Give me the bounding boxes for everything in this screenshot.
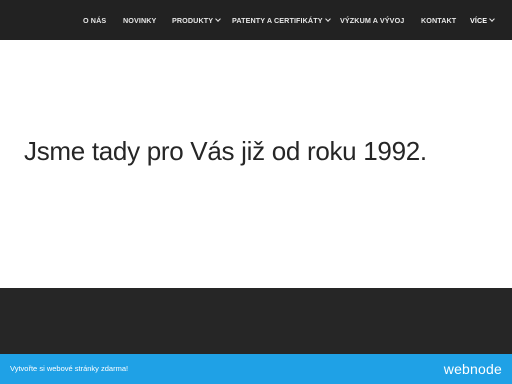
nav-item-vyzkum-a-vyvoj[interactable]: VÝZKUM A VÝVOJ	[340, 15, 404, 27]
nav-item-patenty-a-certifikaty[interactable]: PATENTY A CERTIFIKÁTY	[232, 15, 331, 27]
hero-section: Jsme tady pro Vás již od roku 1992.	[0, 40, 512, 288]
nav-item-label: NOVINKY	[123, 16, 157, 25]
nav-item-label: O NÁS	[83, 16, 107, 25]
webnode-logo[interactable]: webnode	[444, 360, 502, 378]
nav-item-produkty[interactable]: PRODUKTY	[172, 15, 221, 27]
create-website-link[interactable]: Vytvořte si webové stránky zdarma!	[10, 363, 128, 375]
nav-item-o-nas[interactable]: O NÁS	[83, 15, 106, 27]
chevron-down-icon	[324, 16, 331, 22]
nav-item-label: VÍCE	[470, 16, 488, 25]
chevron-down-icon	[489, 16, 496, 22]
main-nav: O NÁS NOVINKY PRODUKTY PATENTY A CERTIFI…	[0, 0, 512, 40]
page: O NÁS NOVINKY PRODUKTY PATENTY A CERTIFI…	[0, 0, 512, 384]
hero-headline: Jsme tady pro Vás již od roku 1992.	[24, 136, 427, 166]
top-navigation-bar: O NÁS NOVINKY PRODUKTY PATENTY A CERTIFI…	[0, 0, 512, 40]
nav-item-vice[interactable]: VÍCE	[470, 15, 496, 27]
promo-footer-bar: Vytvořte si webové stránky zdarma! webno…	[0, 354, 512, 384]
nav-item-label: PATENTY A CERTIFIKÁTY	[232, 16, 323, 25]
nav-item-label: KONTAKT	[421, 16, 457, 25]
nav-item-novinky[interactable]: NOVINKY	[123, 15, 156, 27]
nav-item-kontakt[interactable]: KONTAKT	[421, 15, 456, 27]
nav-item-label: VÝZKUM A VÝVOJ	[340, 16, 405, 25]
chevron-down-icon	[215, 16, 221, 22]
nav-item-label: PRODUKTY	[172, 16, 214, 25]
dark-content-section	[0, 288, 512, 354]
